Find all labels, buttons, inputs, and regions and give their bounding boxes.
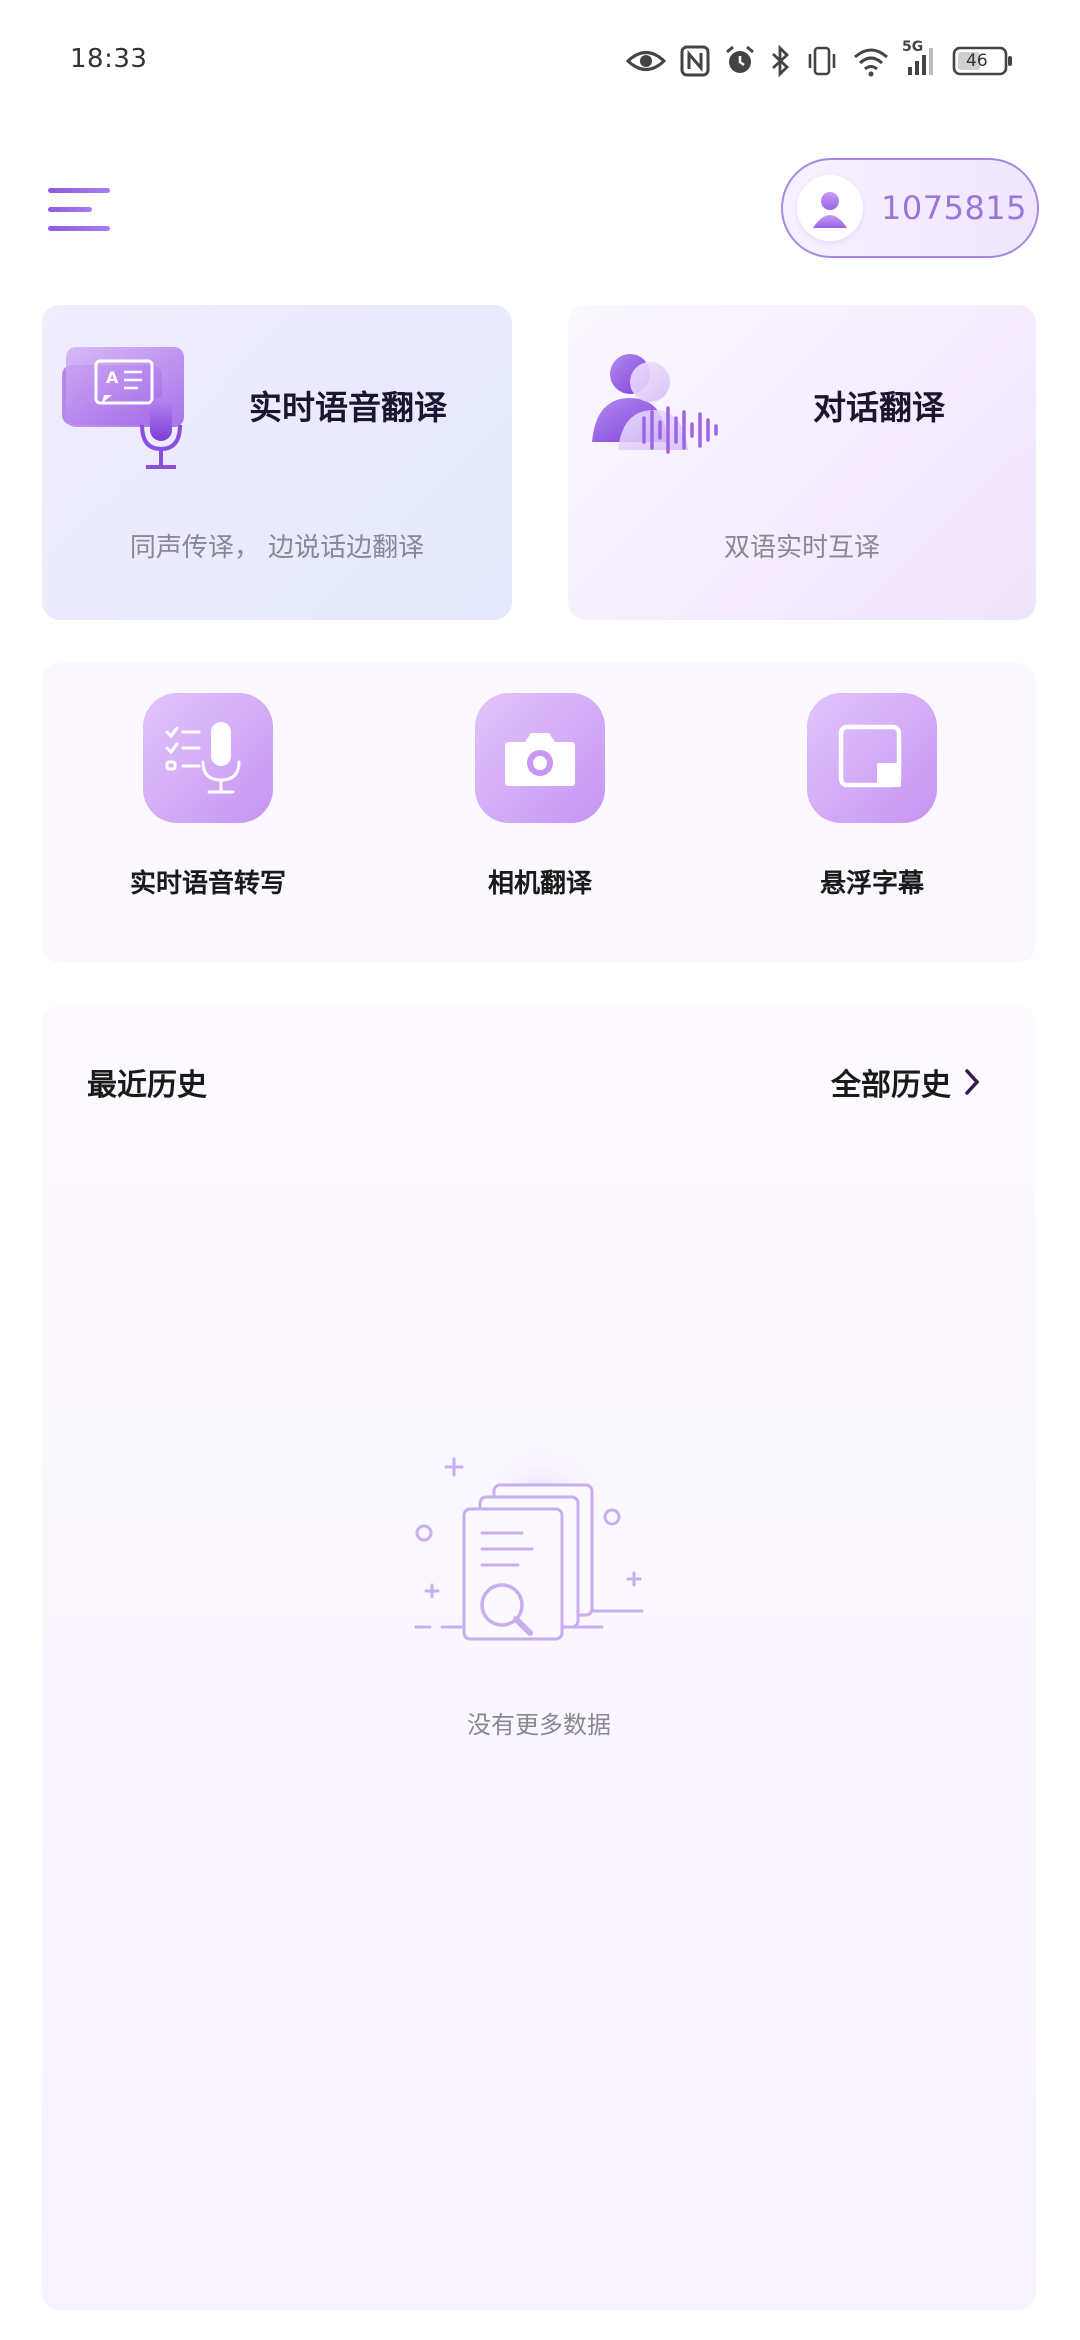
speech-translate-icon: A [62, 347, 184, 469]
realtime-voice-translation-card[interactable]: A 实时语音翻译 同声传译， 边说话边翻译 [42, 305, 512, 620]
status-time: 18:33 [70, 44, 148, 74]
avatar [797, 175, 863, 241]
tools-panel: 实时语音转写 相机翻译 悬浮字幕 [42, 663, 1036, 963]
card-subtitle: 同声传译， 边说话边翻译 [129, 533, 425, 563]
bluetooth-icon [770, 45, 792, 77]
wifi-icon [852, 45, 890, 77]
status-bar: 18:33 5G 46 [0, 0, 1080, 120]
signal-icon: 5G [902, 39, 938, 77]
battery-icon: 46 [952, 45, 1014, 77]
conversation-icon [592, 354, 718, 454]
tool-floating-caption[interactable]: 悬浮字幕 [762, 693, 982, 933]
tool-realtime-transcription[interactable]: 实时语音转写 [98, 693, 318, 933]
empty-state-text: 没有更多数据 [467, 1711, 611, 1739]
user-id: 1075815 [881, 189, 1028, 227]
all-history-link[interactable]: 全部历史 [831, 1060, 981, 1104]
menu-icon-line [48, 207, 92, 212]
card-title: 实时语音翻译 [249, 388, 447, 427]
svg-text:A: A [106, 368, 119, 387]
nfc-icon [680, 45, 710, 77]
transcribe-icon [143, 693, 273, 823]
menu-icon [48, 188, 110, 193]
menu-button[interactable] [46, 180, 116, 240]
history-panel: 最近历史 全部历史 没有更多数据 [42, 1005, 1036, 2310]
vibrate-icon [806, 45, 838, 77]
card-title: 对话翻译 [813, 388, 945, 427]
user-profile-button[interactable]: 1075815 [781, 158, 1039, 258]
menu-icon-line [48, 226, 110, 231]
tool-camera-translation[interactable]: 相机翻译 [430, 693, 650, 933]
tool-label: 相机翻译 [487, 869, 592, 899]
battery-level: 46 [966, 51, 988, 71]
card-subtitle: 双语实时互译 [723, 533, 880, 563]
empty-documents-icon [414, 1447, 644, 1641]
history-title: 最近历史 [87, 1068, 207, 1103]
tool-label: 实时语音转写 [129, 869, 286, 899]
chevron-right-icon [965, 1069, 980, 1095]
tool-label: 悬浮字幕 [819, 869, 924, 899]
alarm-icon [724, 45, 756, 77]
status-icons: 5G 46 [626, 36, 1014, 86]
all-history-label: 全部历史 [831, 1068, 951, 1103]
user-icon [813, 192, 847, 228]
eye-icon [626, 46, 666, 76]
network-type: 5G [902, 39, 924, 55]
camera-icon [475, 693, 605, 823]
floating-caption-icon [807, 693, 937, 823]
conversation-translation-card[interactable]: 对话翻译 双语实时互译 [568, 305, 1036, 620]
